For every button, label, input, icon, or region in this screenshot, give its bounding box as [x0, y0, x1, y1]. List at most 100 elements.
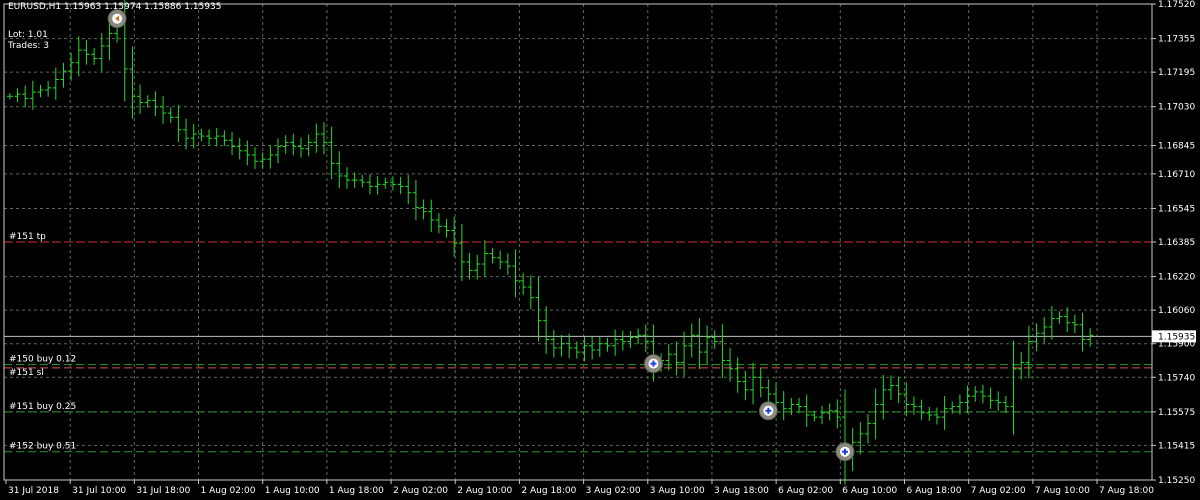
ohlc-bar	[566, 333, 573, 359]
ohlc-bar	[780, 390, 787, 421]
ohlc-bar	[1025, 325, 1032, 379]
ohlc-bar	[880, 374, 887, 420]
ohlc-bar	[359, 174, 366, 188]
order-line-label: #151 buy 0.25	[9, 402, 76, 412]
ohlc-bar	[466, 252, 473, 280]
price-tick-label: 1.16220	[1158, 273, 1195, 283]
ohlc-bar	[681, 331, 688, 377]
ohlc-bar	[290, 133, 297, 156]
ohlc-bar	[987, 387, 994, 409]
trade-markers	[107, 9, 855, 462]
ohlc-bar	[91, 47, 98, 65]
ohlc-bar	[872, 388, 879, 440]
ohlc-bar	[704, 325, 711, 365]
ohlc-bar	[267, 145, 274, 169]
time-tick-label: 2 Aug 10:00	[457, 486, 512, 496]
symbol-title: EURUSD,H1	[8, 2, 62, 12]
ohlc-bar	[512, 249, 519, 298]
ohlc-bar	[964, 385, 971, 414]
ohlc-bar	[1018, 351, 1025, 380]
ohlc-bar	[1010, 340, 1017, 435]
ohlc-bar	[589, 336, 596, 360]
ohlc-bar	[183, 118, 190, 150]
time-tick-label: 6 Aug 18:00	[906, 486, 961, 496]
ohlc-bar	[22, 85, 29, 108]
ohlc-readout: 1.15963 1.15974 1.15886 1.15935	[64, 2, 222, 12]
ohlc-bar	[451, 216, 458, 257]
ohlc-bar	[995, 391, 1002, 412]
ohlc-bar	[75, 36, 82, 77]
ohlc-bar	[412, 180, 419, 221]
price-tick-label: 1.17195	[1158, 68, 1195, 78]
ohlc-bar	[918, 399, 925, 420]
ohlc-bar	[742, 371, 749, 401]
ohlc-bar	[1079, 312, 1086, 352]
ohlc-bar	[320, 122, 327, 155]
ohlc-bar	[29, 80, 36, 110]
ohlc-bar	[734, 357, 741, 393]
ohlc-bar	[175, 105, 182, 143]
ohlc-bar	[757, 367, 764, 398]
ohlc-bar	[221, 130, 228, 146]
lot-info: Lot: 1.01	[8, 30, 48, 40]
ohlc-bar	[527, 275, 534, 310]
ohlc-bar	[887, 375, 894, 401]
time-tick-label: 7 Aug 10:00	[1035, 486, 1090, 496]
order-line-label: #151 sl	[9, 368, 44, 378]
time-tick-label: 2 Aug 02:00	[393, 486, 448, 496]
price-tick-label: 1.17520	[1158, 0, 1195, 10]
ohlc-bar	[819, 405, 825, 425]
ohlc-bar	[895, 376, 902, 403]
ohlc-bar	[213, 127, 220, 147]
ohlc-bar	[558, 335, 565, 357]
ohlc-bar	[1056, 311, 1063, 324]
ohlc-bar	[160, 96, 167, 124]
price-tick-label: 1.15740	[1158, 373, 1195, 383]
time-tick-label: 6 Aug 02:00	[778, 486, 833, 496]
ohlc-bar	[198, 128, 205, 142]
time-tick-label: 31 Jul 18:00	[136, 486, 190, 496]
price-chart[interactable]: #151 tp #150 buy 0.12 #151 sl #151 buy 0.25…	[0, 0, 1200, 500]
ohlc-bar	[497, 250, 504, 270]
time-tick-label: 2 Aug 18:00	[521, 486, 576, 496]
ohlc-bar	[259, 152, 266, 168]
ohlc-bar	[665, 344, 672, 371]
ohlc-bar	[343, 167, 350, 189]
ohlc-bar	[673, 341, 680, 376]
ohlc-bar	[435, 213, 442, 234]
ohlc-bar	[6, 93, 13, 100]
ohlc-bar	[98, 32, 105, 72]
axes: 1.17520 1.17355 1.17195 1.17030 1.16845 1.167…	[3, 0, 1196, 496]
ohlc-bar	[719, 324, 726, 378]
ohlc-bar	[313, 123, 320, 153]
ohlc-bar	[1002, 395, 1009, 414]
ohlc-bar	[405, 174, 412, 205]
ohlc-bar	[458, 224, 465, 281]
time-tick-label: 3 Aug 02:00	[586, 486, 641, 496]
order-line-label: #150 buy 0.12	[9, 355, 76, 365]
ohlc-bar	[443, 219, 450, 238]
ohlc-bar	[244, 140, 251, 166]
ohlc-bar	[834, 399, 841, 429]
ohlc-bar	[596, 336, 603, 357]
price-tick-label: 1.16545	[1158, 204, 1195, 214]
ohlc-bar	[167, 107, 174, 123]
price-tick-label: 1.16845	[1158, 142, 1195, 152]
order-line-label: #151 tp	[9, 232, 46, 242]
ohlc-bar	[972, 386, 979, 402]
ohlc-bar	[14, 88, 21, 103]
price-tick-label: 1.15575	[1158, 408, 1195, 418]
ohlc-bar	[397, 176, 404, 194]
ohlc-bar	[328, 126, 335, 180]
ohlc-bar	[68, 53, 75, 81]
ohlc-bar	[1033, 323, 1040, 352]
ohlc-bar	[1064, 307, 1071, 332]
ohlc-bar	[60, 62, 67, 88]
ohlc-bar	[206, 129, 213, 145]
ohlc-bar	[535, 276, 542, 342]
ohlc-bar	[841, 389, 848, 485]
ohlc-bar	[83, 39, 90, 65]
ohlc-bar	[979, 384, 986, 404]
ohlc-bar	[428, 199, 435, 232]
ohlc-bar	[37, 84, 44, 98]
